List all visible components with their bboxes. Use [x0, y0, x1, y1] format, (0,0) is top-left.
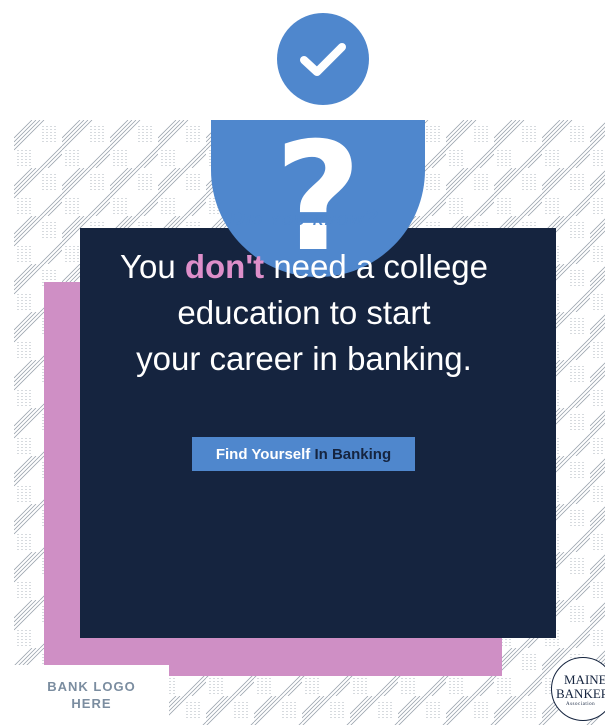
headline-part-1: You	[119, 248, 185, 285]
headline: You don't need a college education to st…	[66, 244, 542, 382]
cta-label-part-2: In Banking	[310, 445, 392, 463]
find-yourself-in-banking-button[interactable]: Find Yourself In Banking	[192, 437, 415, 471]
seal-line-3: Association	[566, 702, 596, 707]
bank-logo-line-1: BANK LOGO	[47, 679, 136, 694]
bank-logo-line-2: HERE	[71, 696, 112, 711]
headline-line-3: your career in banking.	[136, 340, 472, 377]
headline-emphasis: don't	[184, 248, 265, 285]
cta-label-part-1: Find Yourself	[215, 445, 311, 463]
seal-line-2: BANKERS	[556, 686, 605, 701]
headline-part-2: need a college	[264, 248, 489, 285]
checkmark-badge	[277, 13, 369, 105]
headline-line-2: education to start	[177, 294, 431, 331]
checkmark-icon	[300, 43, 346, 76]
eyebrow-heading: Did you know?	[229, 205, 379, 230]
bank-logo-placeholder: BANK LOGO HERE	[14, 665, 169, 725]
headline-line-1: You don't need a college	[66, 244, 542, 290]
